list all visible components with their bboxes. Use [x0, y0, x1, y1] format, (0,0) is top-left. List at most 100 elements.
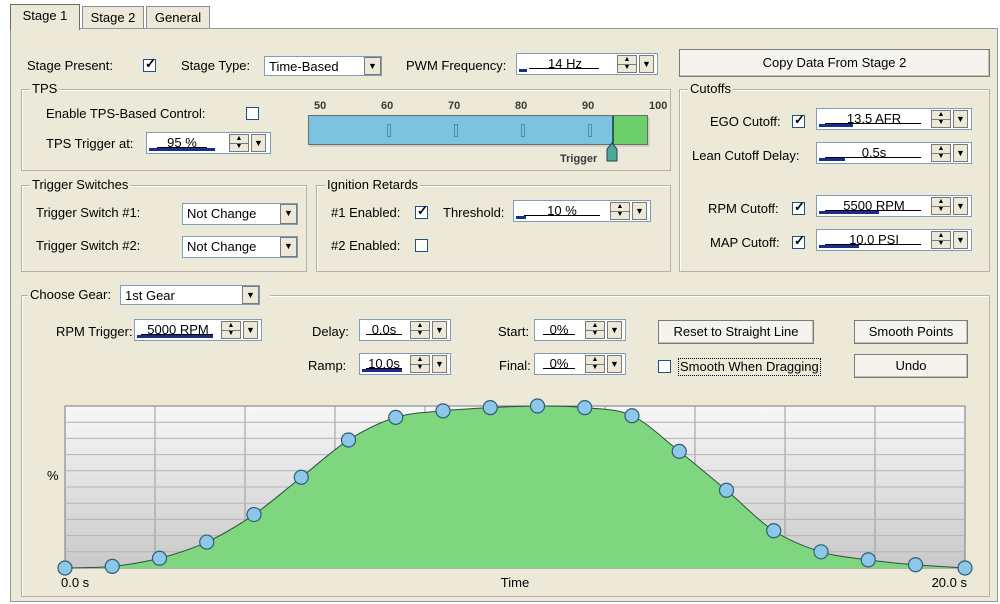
tps-tick-label: 100 [649, 100, 668, 112]
trigger-switches-group: Trigger Switches Trigger Switch #1: Not … [21, 177, 307, 272]
copy-data-button[interactable]: Copy Data From Stage 2 [679, 49, 990, 77]
lean-cutoff-delay-label: Lean Cutoff Delay: [692, 148, 800, 163]
rpm-cutoff-spinner[interactable]: 5500 RPM ▲ ▼ ▼ [816, 195, 972, 217]
value-bar [819, 211, 879, 214]
arrow-down-icon[interactable]: ▼ [932, 153, 950, 161]
chart-point[interactable] [199, 534, 215, 550]
chart-point[interactable] [718, 482, 735, 498]
tps-range-fill [309, 116, 613, 144]
tab-stage-2[interactable]: Stage 2 [82, 6, 144, 28]
chart-point[interactable] [624, 408, 640, 424]
ego-cutoff-checkbox[interactable]: ✓ [792, 112, 805, 128]
ego-spin-buttons[interactable]: ▲ ▼ [931, 110, 951, 128]
chevron-down-icon[interactable]: ▼ [251, 134, 266, 152]
arrow-down-icon[interactable]: ▼ [618, 64, 636, 72]
check-icon: ✓ [417, 203, 428, 218]
chart-point[interactable] [860, 552, 876, 568]
chevron-down-icon[interactable]: ▼ [953, 197, 968, 215]
chevron-down-icon[interactable]: ▼ [280, 204, 297, 224]
enable-tps-checkbox[interactable] [246, 107, 259, 120]
trigger-switches-title: Trigger Switches [30, 177, 131, 193]
threshold-spin-buttons[interactable]: ▲ ▼ [610, 202, 630, 220]
chevron-down-icon[interactable]: ▼ [280, 237, 297, 257]
trigger-switch-1-select[interactable]: Not Change ▼ [182, 203, 298, 225]
chart-point[interactable] [671, 443, 687, 459]
tps-trigger-handle[interactable] [606, 142, 618, 162]
chart-point[interactable] [104, 558, 120, 574]
chart-point[interactable] [151, 550, 168, 566]
chart-point[interactable] [529, 398, 546, 414]
tps-slot [588, 124, 592, 137]
value-bar [519, 69, 527, 72]
tab-general[interactable]: General [146, 6, 210, 28]
rpm-spin-buttons[interactable]: ▲ ▼ [931, 197, 951, 215]
stage-panel: Stage Present: ✓ Stage Type: Time-Based … [10, 28, 998, 602]
check-icon: ✓ [794, 233, 805, 248]
value-bar [819, 124, 853, 127]
tps-trigger-zone [613, 116, 647, 144]
trigger-switch-2-label: Trigger Switch #2: [36, 238, 141, 253]
chart-point[interactable] [388, 409, 404, 425]
map-cutoff-checkbox[interactable]: ✓ [792, 233, 805, 249]
value-bar [149, 148, 215, 151]
tps-trigger-slider[interactable] [308, 115, 648, 145]
tps-tick-label: 70 [448, 100, 461, 112]
chevron-down-icon[interactable]: ▼ [364, 57, 381, 75]
check-icon: ✓ [794, 112, 805, 127]
chart-point[interactable] [766, 523, 782, 539]
ignition-2-enabled-checkbox[interactable] [415, 239, 428, 252]
rpm-cutoff-checkbox[interactable]: ✓ [792, 200, 805, 215]
pwm-spin-buttons[interactable]: ▲ ▼ [617, 55, 637, 73]
chart-point[interactable] [435, 403, 451, 419]
chart-point[interactable] [482, 400, 498, 416]
arrow-down-icon[interactable]: ▼ [932, 240, 950, 248]
chart-point[interactable] [246, 506, 262, 523]
map-spin-buttons[interactable]: ▲ ▼ [931, 231, 951, 249]
chevron-down-icon[interactable]: ▼ [639, 55, 654, 73]
chevron-down-icon[interactable]: ▼ [953, 144, 968, 162]
ignition-1-enabled-checkbox[interactable]: ✓ [415, 203, 428, 219]
lean-cutoff-delay-spinner[interactable]: 0.5s ▲ ▼ ▼ [816, 142, 972, 164]
tab-label: Stage 2 [90, 10, 136, 25]
trigger-switch-2-select[interactable]: Not Change ▼ [182, 236, 298, 258]
map-cutoff-label: MAP Cutoff: [710, 235, 780, 250]
chevron-down-icon[interactable]: ▼ [953, 231, 968, 249]
chevron-down-icon[interactable]: ▼ [632, 202, 647, 220]
x-axis-start-label: 0.0 s [61, 575, 90, 590]
enable-tps-label: Enable TPS-Based Control: [46, 106, 206, 121]
tps-tick-label: 50 [314, 100, 327, 112]
lean-spin-buttons[interactable]: ▲ ▼ [931, 144, 951, 162]
ignition-retards-title: Ignition Retards [325, 177, 421, 193]
chart-point[interactable] [577, 400, 593, 416]
value-bar [516, 216, 526, 219]
value-bar [819, 158, 845, 161]
arrow-down-icon[interactable]: ▼ [230, 143, 248, 151]
stage-type-select[interactable]: Time-Based ▼ [264, 56, 382, 76]
chart-point[interactable] [57, 560, 73, 576]
tps-spin-buttons[interactable]: ▲ ▼ [229, 134, 249, 152]
tab-stage-1[interactable]: Stage 1 [10, 4, 80, 30]
arrow-down-icon[interactable]: ▼ [932, 119, 950, 127]
value-underline [524, 215, 600, 216]
pwm-frequency-spinner[interactable]: 14 Hz ▲ ▼ ▼ [516, 53, 658, 75]
chart-point[interactable] [293, 469, 309, 485]
chart-point[interactable] [957, 560, 973, 576]
arrow-down-icon[interactable]: ▼ [932, 206, 950, 214]
map-cutoff-spinner[interactable]: 10.0 PSI ▲ ▼ ▼ [816, 229, 972, 251]
tps-trigger-spinner[interactable]: 95 % ▲ ▼ ▼ [146, 132, 271, 154]
chevron-down-icon[interactable]: ▼ [953, 110, 968, 128]
chart-point[interactable] [907, 557, 924, 573]
ego-cutoff-spinner[interactable]: 13.5 AFR ▲ ▼ ▼ [816, 108, 972, 130]
stage-present-checkbox[interactable]: ✓ [143, 57, 156, 72]
chart-point[interactable] [340, 432, 357, 448]
threshold-spinner[interactable]: 10 % ▲ ▼ ▼ [513, 200, 651, 222]
tps-group-title: TPS [30, 81, 60, 97]
y-axis-label: % [47, 468, 59, 483]
tab-label: Stage 1 [22, 8, 68, 23]
gear-ramp-chart[interactable]: % Time 0.0 s 20.0 s [22, 296, 990, 598]
trigger-switch-1-value: Not Change [187, 206, 257, 221]
chart-point[interactable] [813, 544, 829, 560]
pwm-frequency-label: PWM Frequency: [406, 58, 507, 73]
arrow-down-icon[interactable]: ▼ [611, 211, 629, 219]
tps-slot [387, 124, 391, 137]
